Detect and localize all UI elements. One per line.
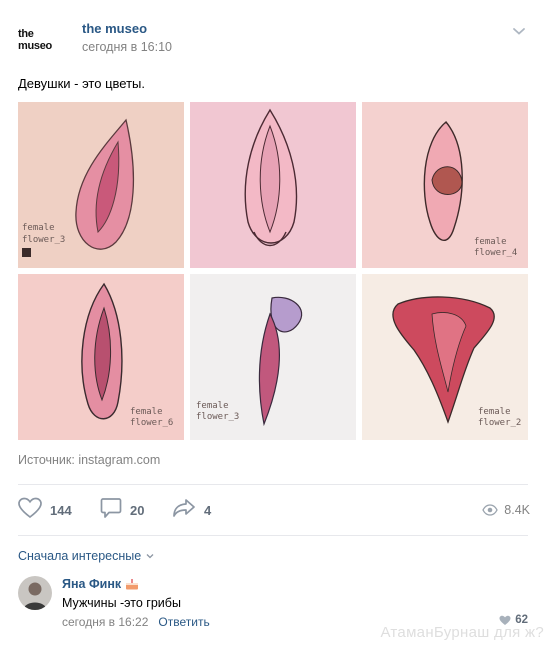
- comment-button[interactable]: 20: [100, 496, 144, 524]
- post-header: the museo the museo сегодня в 16:10: [16, 18, 530, 60]
- svg-text:female: female: [130, 407, 163, 417]
- comment-meta: сегодня в 16:22 Ответить: [62, 615, 210, 629]
- post-time[interactable]: сегодня в 16:10: [82, 40, 172, 54]
- watermark: АтаманБурнаш для ж?: [380, 624, 544, 641]
- gallery-photo-1[interactable]: female flower_3: [18, 102, 184, 268]
- sort-label: Сначала интересные: [18, 549, 142, 563]
- avatar[interactable]: [18, 576, 52, 610]
- share-icon: [172, 498, 196, 523]
- comment-time[interactable]: сегодня в 16:22: [62, 615, 148, 629]
- chevron-down-icon[interactable]: [512, 24, 526, 38]
- shares-count: 4: [204, 502, 212, 518]
- share-button[interactable]: 4: [172, 496, 211, 524]
- eye-icon: [482, 504, 499, 516]
- heart-icon: [18, 497, 42, 524]
- svg-text:flower_2: flower_2: [478, 418, 521, 428]
- post-author[interactable]: the museo: [82, 21, 147, 36]
- gallery-photo-5[interactable]: female flower_3: [190, 274, 356, 440]
- gallery-photo-4[interactable]: female flower_6: [18, 274, 184, 440]
- svg-text:female: female: [474, 237, 507, 247]
- comment-author[interactable]: Яна Финк: [62, 577, 139, 591]
- svg-text:flower_4: flower_4: [474, 248, 517, 258]
- likes-count: 144: [50, 502, 72, 518]
- source-link[interactable]: instagram.com: [78, 453, 160, 467]
- svg-text:female: female: [478, 407, 511, 417]
- svg-text:female: female: [196, 401, 229, 411]
- post-actions: 144 20 4 8.4K: [16, 496, 530, 524]
- views-counter: 8.4K: [482, 496, 530, 524]
- comments-sort-dropdown[interactable]: Сначала интересные: [18, 549, 155, 563]
- svg-text:flower_3: flower_3: [22, 235, 65, 245]
- photo-gallery: female flower_3 female flower_4 female f…: [18, 102, 528, 440]
- community-logo[interactable]: the museo: [18, 28, 70, 52]
- views-count: 8.4K: [504, 503, 530, 517]
- photo-caption: female: [22, 223, 55, 233]
- divider: [18, 535, 528, 536]
- gallery-photo-3[interactable]: female flower_4: [362, 102, 528, 268]
- cake-icon: [125, 578, 139, 590]
- svg-text:flower_6: flower_6: [130, 418, 173, 428]
- like-button[interactable]: 144: [18, 496, 72, 524]
- comment-icon: [100, 497, 122, 524]
- comment-text: Мужчины -это грибы: [62, 596, 181, 610]
- source-label: Источник:: [18, 453, 75, 467]
- svg-text:flower_3: flower_3: [196, 412, 239, 422]
- divider: [18, 484, 528, 485]
- chevron-down-icon: [145, 551, 155, 561]
- reply-button[interactable]: Ответить: [158, 615, 209, 629]
- gallery-photo-2[interactable]: [190, 102, 356, 268]
- post-source: Источник: instagram.com: [18, 453, 160, 467]
- comments-count: 20: [130, 502, 145, 518]
- post-text: Девушки - это цветы.: [18, 76, 145, 91]
- comment-author-name: Яна Финк: [62, 577, 122, 591]
- gallery-photo-6[interactable]: female flower_2: [362, 274, 528, 440]
